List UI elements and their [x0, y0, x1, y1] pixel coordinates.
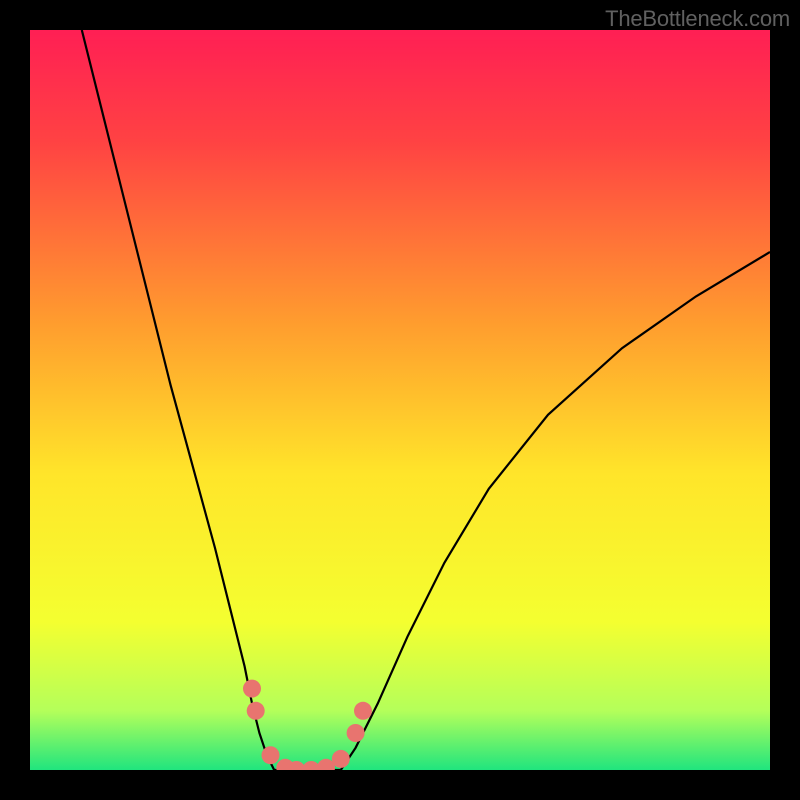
chart-frame [0, 0, 800, 800]
watermark-text: TheBottleneck.com [605, 6, 790, 32]
